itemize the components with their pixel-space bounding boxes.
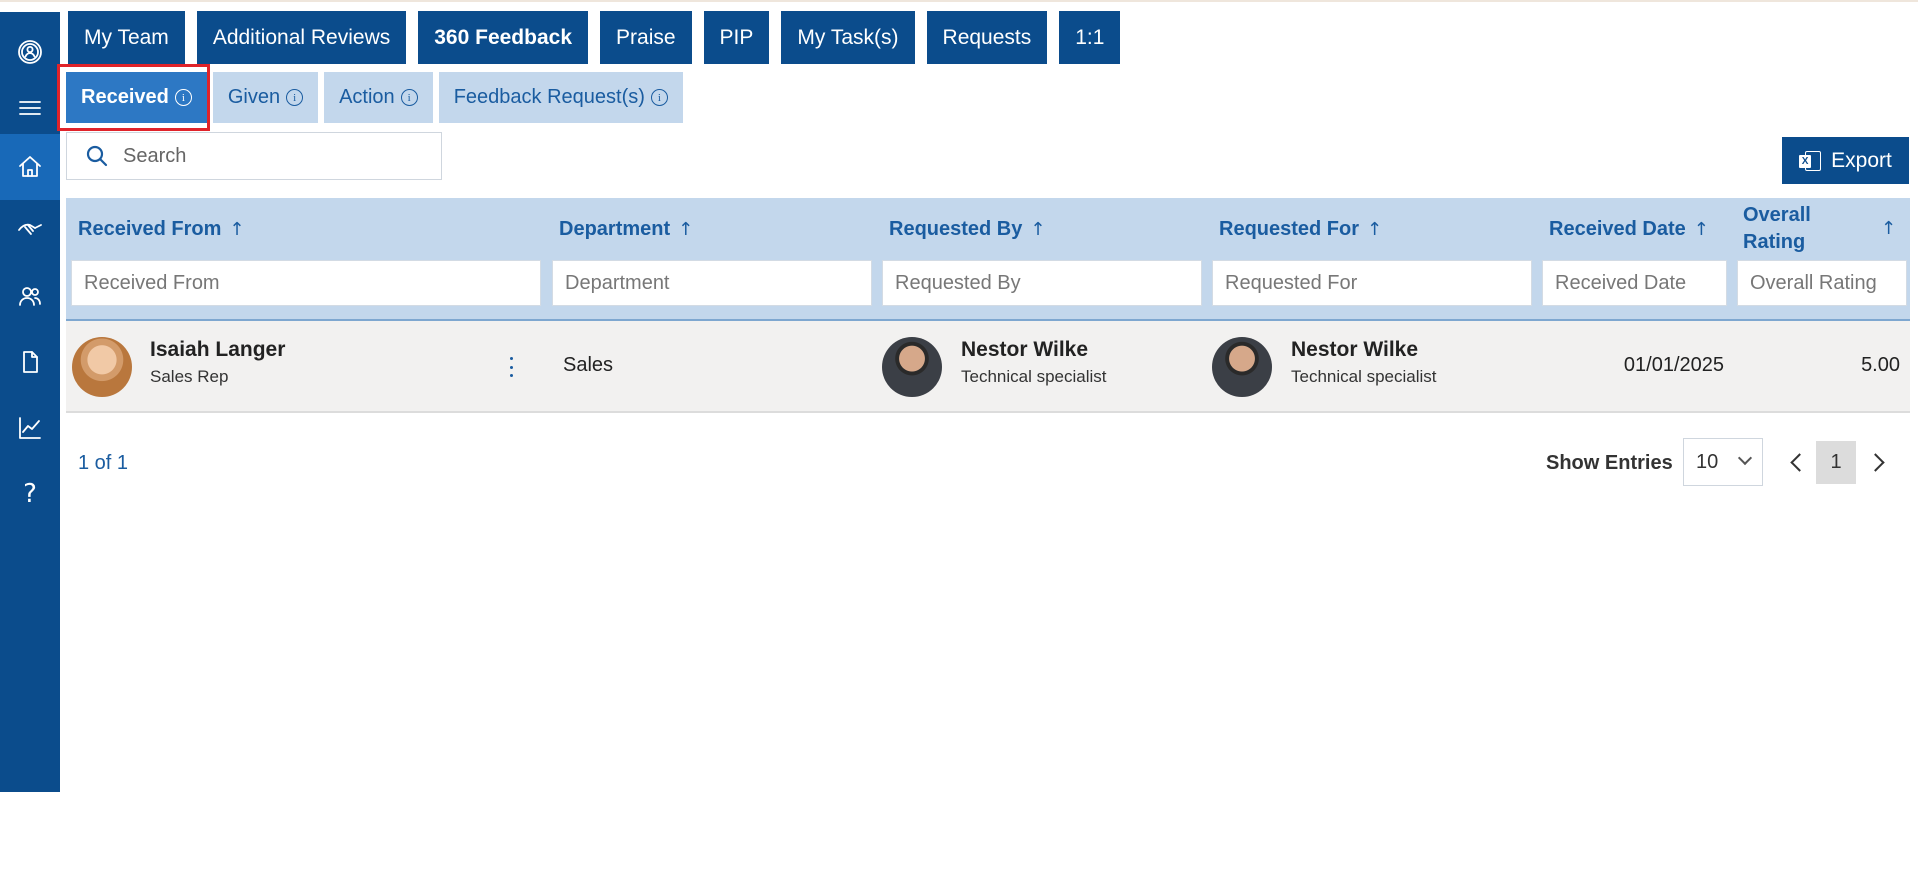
avatar	[1212, 337, 1272, 397]
profile-icon[interactable]	[0, 24, 60, 80]
overall-rating-value: 5.00	[1861, 354, 1900, 376]
col-received-from[interactable]: Received From ↑	[78, 198, 244, 260]
show-entries-label: Show Entries	[1546, 452, 1673, 474]
table-row[interactable]: Isaiah Langer Sales Rep Sales Nestor Wil…	[66, 321, 1910, 413]
search-box	[66, 132, 442, 180]
tab-one-on-one[interactable]: 1:1	[1059, 11, 1121, 64]
home-icon[interactable]	[0, 134, 60, 200]
subtab-action[interactable]: Action i	[324, 72, 433, 123]
subtab-received[interactable]: Received i	[66, 72, 207, 123]
sort-arrow-icon: ↑	[1030, 218, 1046, 240]
info-icon[interactable]: i	[286, 89, 304, 106]
sub-tab-bar: Received i Given i Action i Feedback Req…	[66, 72, 683, 123]
sidebar: ?	[0, 12, 60, 792]
chevron-down-icon	[1737, 450, 1753, 466]
handshake-icon[interactable]	[0, 202, 60, 258]
tab-praise[interactable]: Praise	[600, 11, 692, 64]
page-size-value: 10	[1696, 450, 1719, 473]
requested-for-title: Technical specialist	[1291, 367, 1437, 386]
filter-requested-for[interactable]	[1212, 260, 1532, 306]
page-summary: 1 of 1	[78, 452, 129, 474]
export-label: Export	[1831, 148, 1892, 172]
avatar	[882, 337, 942, 397]
more-options-icon[interactable]	[503, 355, 519, 379]
info-icon[interactable]: i	[650, 89, 668, 106]
received-from-title: Sales Rep	[150, 367, 229, 386]
received-from-name: Isaiah Langer	[150, 338, 286, 361]
requested-by-title: Technical specialist	[961, 367, 1107, 386]
avatar	[72, 337, 132, 397]
requested-for-name: Nestor Wilke	[1291, 338, 1419, 361]
requested-by-name: Nestor Wilke	[961, 338, 1089, 361]
sort-arrow-icon: ↑	[1367, 218, 1383, 240]
filter-received-date[interactable]	[1542, 260, 1727, 306]
col-overall-rating[interactable]: Overall Rating ↑	[1743, 198, 1908, 260]
subtab-received-label: Received	[81, 86, 169, 108]
tab-my-tasks[interactable]: My Task(s)	[781, 11, 915, 64]
tab-my-team[interactable]: My Team	[68, 11, 185, 64]
sort-arrow-icon: ↑	[229, 218, 245, 240]
subtab-given[interactable]: Given i	[212, 72, 319, 123]
department-value: Sales	[563, 354, 614, 376]
tab-pip[interactable]: PIP	[703, 11, 770, 64]
menu-icon[interactable]	[0, 80, 60, 136]
top-tab-bar: My Team Additional Reviews 360 Feedback …	[68, 11, 1121, 64]
help-icon[interactable]: ?	[0, 466, 60, 522]
page-number-button[interactable]: 1	[1816, 441, 1856, 484]
table-header: Received From ↑ Department ↑ Requested By ↑…	[66, 198, 1910, 321]
search-icon	[86, 145, 108, 167]
col-department[interactable]: Department ↑	[559, 198, 693, 260]
info-icon[interactable]: i	[174, 89, 192, 106]
filter-requested-by[interactable]	[882, 260, 1202, 306]
subtab-feedback-requests[interactable]: Feedback Request(s) i	[438, 72, 683, 123]
filter-received-from[interactable]	[71, 260, 541, 306]
sort-arrow-icon: ↑	[678, 218, 694, 240]
tab-additional-reviews[interactable]: Additional Reviews	[196, 11, 407, 64]
top-border	[0, 0, 1918, 2]
feedback-table: Received From ↑ Department ↑ Requested By ↑…	[66, 198, 1910, 413]
team-icon[interactable]	[0, 268, 60, 324]
received-date-value: 01/01/2025	[1623, 354, 1724, 376]
filter-department[interactable]	[552, 260, 872, 306]
tab-360-feedback[interactable]: 360 Feedback	[418, 11, 589, 64]
subtab-action-label: Action	[339, 86, 395, 108]
next-page-icon[interactable]	[1867, 447, 1889, 477]
tab-requests[interactable]: Requests	[926, 11, 1048, 64]
chart-icon[interactable]	[0, 400, 60, 456]
excel-icon: X	[1799, 150, 1822, 172]
col-requested-for[interactable]: Requested For ↑	[1219, 198, 1382, 260]
export-button[interactable]: X Export	[1782, 137, 1909, 184]
subtab-feedback-requests-label: Feedback Request(s)	[453, 86, 645, 108]
sort-arrow-icon: ↑	[1693, 218, 1709, 240]
subtab-given-label: Given	[227, 86, 281, 108]
search-input[interactable]	[123, 144, 423, 168]
document-icon[interactable]	[0, 334, 60, 390]
col-received-date[interactable]: Received Date ↑	[1549, 198, 1709, 260]
previous-page-icon[interactable]	[1786, 447, 1808, 477]
info-icon[interactable]: i	[400, 89, 418, 106]
page-size-select[interactable]: 10	[1683, 438, 1763, 486]
col-requested-by[interactable]: Requested By ↑	[889, 198, 1045, 260]
sort-arrow-icon: ↑	[1881, 217, 1897, 239]
filter-overall-rating[interactable]	[1737, 260, 1907, 306]
